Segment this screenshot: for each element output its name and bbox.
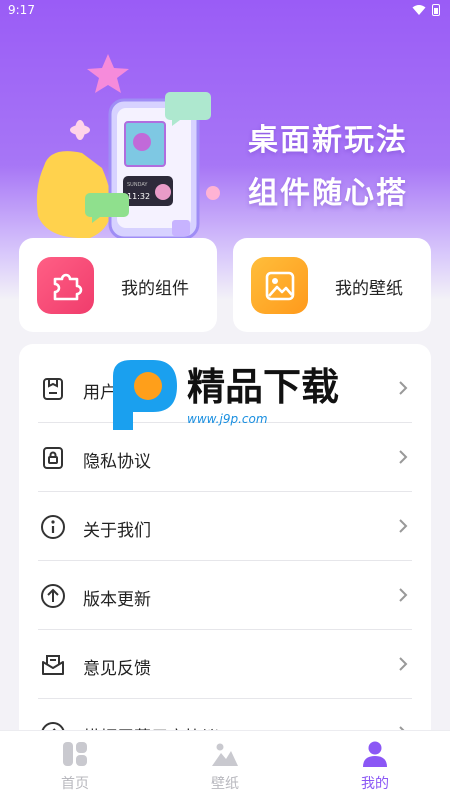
slogan-line2: 组件随心搭 bbox=[248, 176, 408, 211]
status-bar: 9:17 bbox=[0, 0, 450, 22]
menu-item-label: 关于我们 bbox=[83, 521, 151, 541]
bottom-tab-bar: 首页 壁纸 我的 bbox=[0, 730, 450, 800]
puzzle-icon bbox=[37, 257, 94, 314]
cube-shape bbox=[172, 220, 190, 236]
watermark: 精品下载 www.j9p.com bbox=[113, 360, 339, 430]
tab-wallpaper[interactable]: 壁纸 bbox=[150, 731, 300, 800]
chevron-right-icon bbox=[399, 588, 408, 602]
info-icon bbox=[41, 515, 65, 539]
image-icon bbox=[251, 257, 308, 314]
my-wallpapers-card[interactable]: 我的壁纸 bbox=[233, 238, 431, 332]
my-widgets-label: 我的组件 bbox=[121, 279, 189, 299]
upload-arrow-icon bbox=[41, 584, 65, 608]
menu-item-label: 意见反馈 bbox=[83, 659, 151, 679]
tab-label: 壁纸 bbox=[211, 776, 239, 792]
mail-icon bbox=[42, 655, 64, 675]
menu-item-label: 版本更新 bbox=[83, 590, 151, 610]
slogan-line1: 桌面新玩法 bbox=[248, 123, 408, 158]
chevron-right-icon bbox=[399, 450, 408, 464]
status-icons bbox=[412, 4, 440, 16]
menu-item-about-us[interactable]: 关于我们 bbox=[38, 492, 412, 561]
document-icon bbox=[43, 378, 63, 400]
chevron-right-icon bbox=[399, 657, 408, 671]
chevron-right-icon bbox=[399, 381, 408, 395]
menu-item-feedback[interactable]: 意见反馈 bbox=[38, 630, 412, 699]
flower-icon bbox=[70, 120, 90, 140]
menu-item-label: 隐私协议 bbox=[83, 452, 151, 472]
tab-home[interactable]: 首页 bbox=[0, 731, 150, 800]
tab-mine[interactable]: 我的 bbox=[300, 731, 450, 800]
star-icon bbox=[87, 54, 129, 93]
phone-time: 11:32 bbox=[127, 192, 150, 201]
lock-document-icon bbox=[43, 447, 63, 469]
watermark-brand: 精品下载 bbox=[187, 365, 339, 409]
flower-icon bbox=[206, 186, 220, 200]
tab-label: 首页 bbox=[61, 776, 89, 792]
my-wallpapers-label: 我的壁纸 bbox=[335, 279, 403, 299]
hero-illustration: SUNDAY 11:32 bbox=[36, 54, 220, 240]
status-time: 9:17 bbox=[8, 3, 35, 17]
phone-label: SUNDAY bbox=[127, 182, 148, 188]
wallpaper-icon bbox=[212, 743, 238, 766]
battery-icon bbox=[432, 4, 440, 16]
profile-icon bbox=[363, 741, 387, 767]
wifi-icon bbox=[412, 5, 426, 15]
home-grid-icon bbox=[63, 742, 87, 766]
tab-label: 我的 bbox=[361, 776, 389, 792]
menu-item-version-update[interactable]: 版本更新 bbox=[38, 561, 412, 630]
watermark-url: www.j9p.com bbox=[187, 412, 268, 426]
my-widgets-card[interactable]: 我的组件 bbox=[19, 238, 217, 332]
chevron-right-icon bbox=[399, 519, 408, 533]
